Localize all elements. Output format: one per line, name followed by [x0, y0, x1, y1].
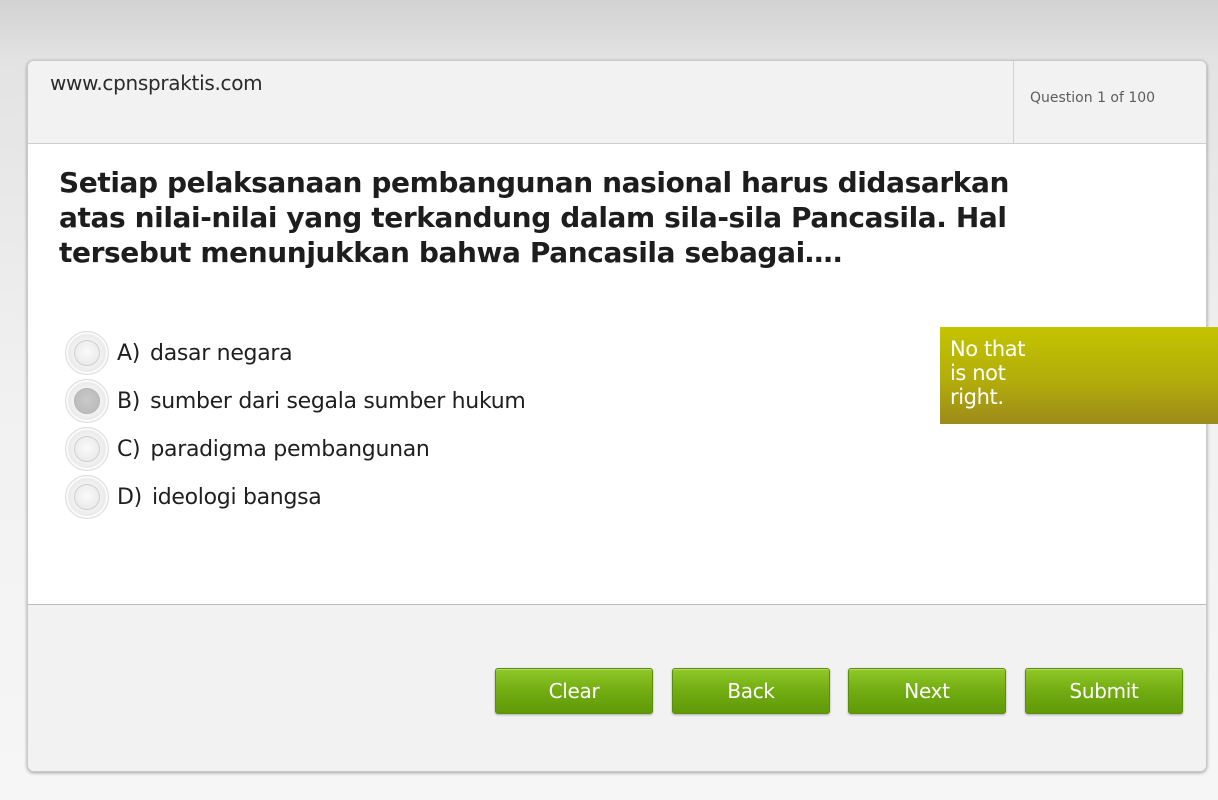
- radio-option-c[interactable]: [65, 427, 109, 471]
- quiz-footer: Clear Back Next Submit: [28, 604, 1206, 771]
- option-letter: C): [117, 436, 141, 462]
- site-url: www.cpnspraktis.com: [50, 71, 263, 95]
- option-label[interactable]: dasar negara: [150, 341, 293, 366]
- option-b[interactable]: B) sumber dari segala sumber hukum: [65, 377, 685, 425]
- option-letter: A): [117, 340, 141, 366]
- radio-option-a[interactable]: [65, 331, 109, 375]
- back-button[interactable]: Back: [672, 668, 830, 714]
- feedback-banner: No that is not right.: [940, 327, 1218, 424]
- option-label[interactable]: sumber dari segala sumber hukum: [150, 389, 526, 414]
- option-d[interactable]: D) ideologi bangsa: [65, 473, 685, 521]
- question-counter-panel: Question 1 of 100: [1013, 61, 1206, 143]
- option-label[interactable]: paradigma pembangunan: [150, 437, 430, 462]
- option-a[interactable]: A) dasar negara: [65, 329, 685, 377]
- submit-button[interactable]: Submit: [1025, 668, 1183, 714]
- question-text: Setiap pelaksanaan pembangunan nasional …: [59, 166, 1009, 269]
- option-c[interactable]: C) paradigma pembangunan: [65, 425, 685, 473]
- radio-option-b[interactable]: [65, 379, 109, 423]
- option-letter: B): [117, 388, 141, 414]
- answer-options: A) dasar negara B) sumber dari segala su…: [65, 329, 685, 521]
- next-button[interactable]: Next: [848, 668, 1006, 714]
- option-letter: D): [117, 484, 142, 510]
- clear-button[interactable]: Clear: [495, 668, 653, 714]
- radio-option-d[interactable]: [65, 475, 109, 519]
- feedback-text: No that is not right.: [950, 337, 1026, 409]
- quiz-header: www.cpnspraktis.com Question 1 of 100: [28, 61, 1206, 144]
- option-label[interactable]: ideologi bangsa: [152, 485, 322, 510]
- question-counter: Question 1 of 100: [1030, 90, 1156, 106]
